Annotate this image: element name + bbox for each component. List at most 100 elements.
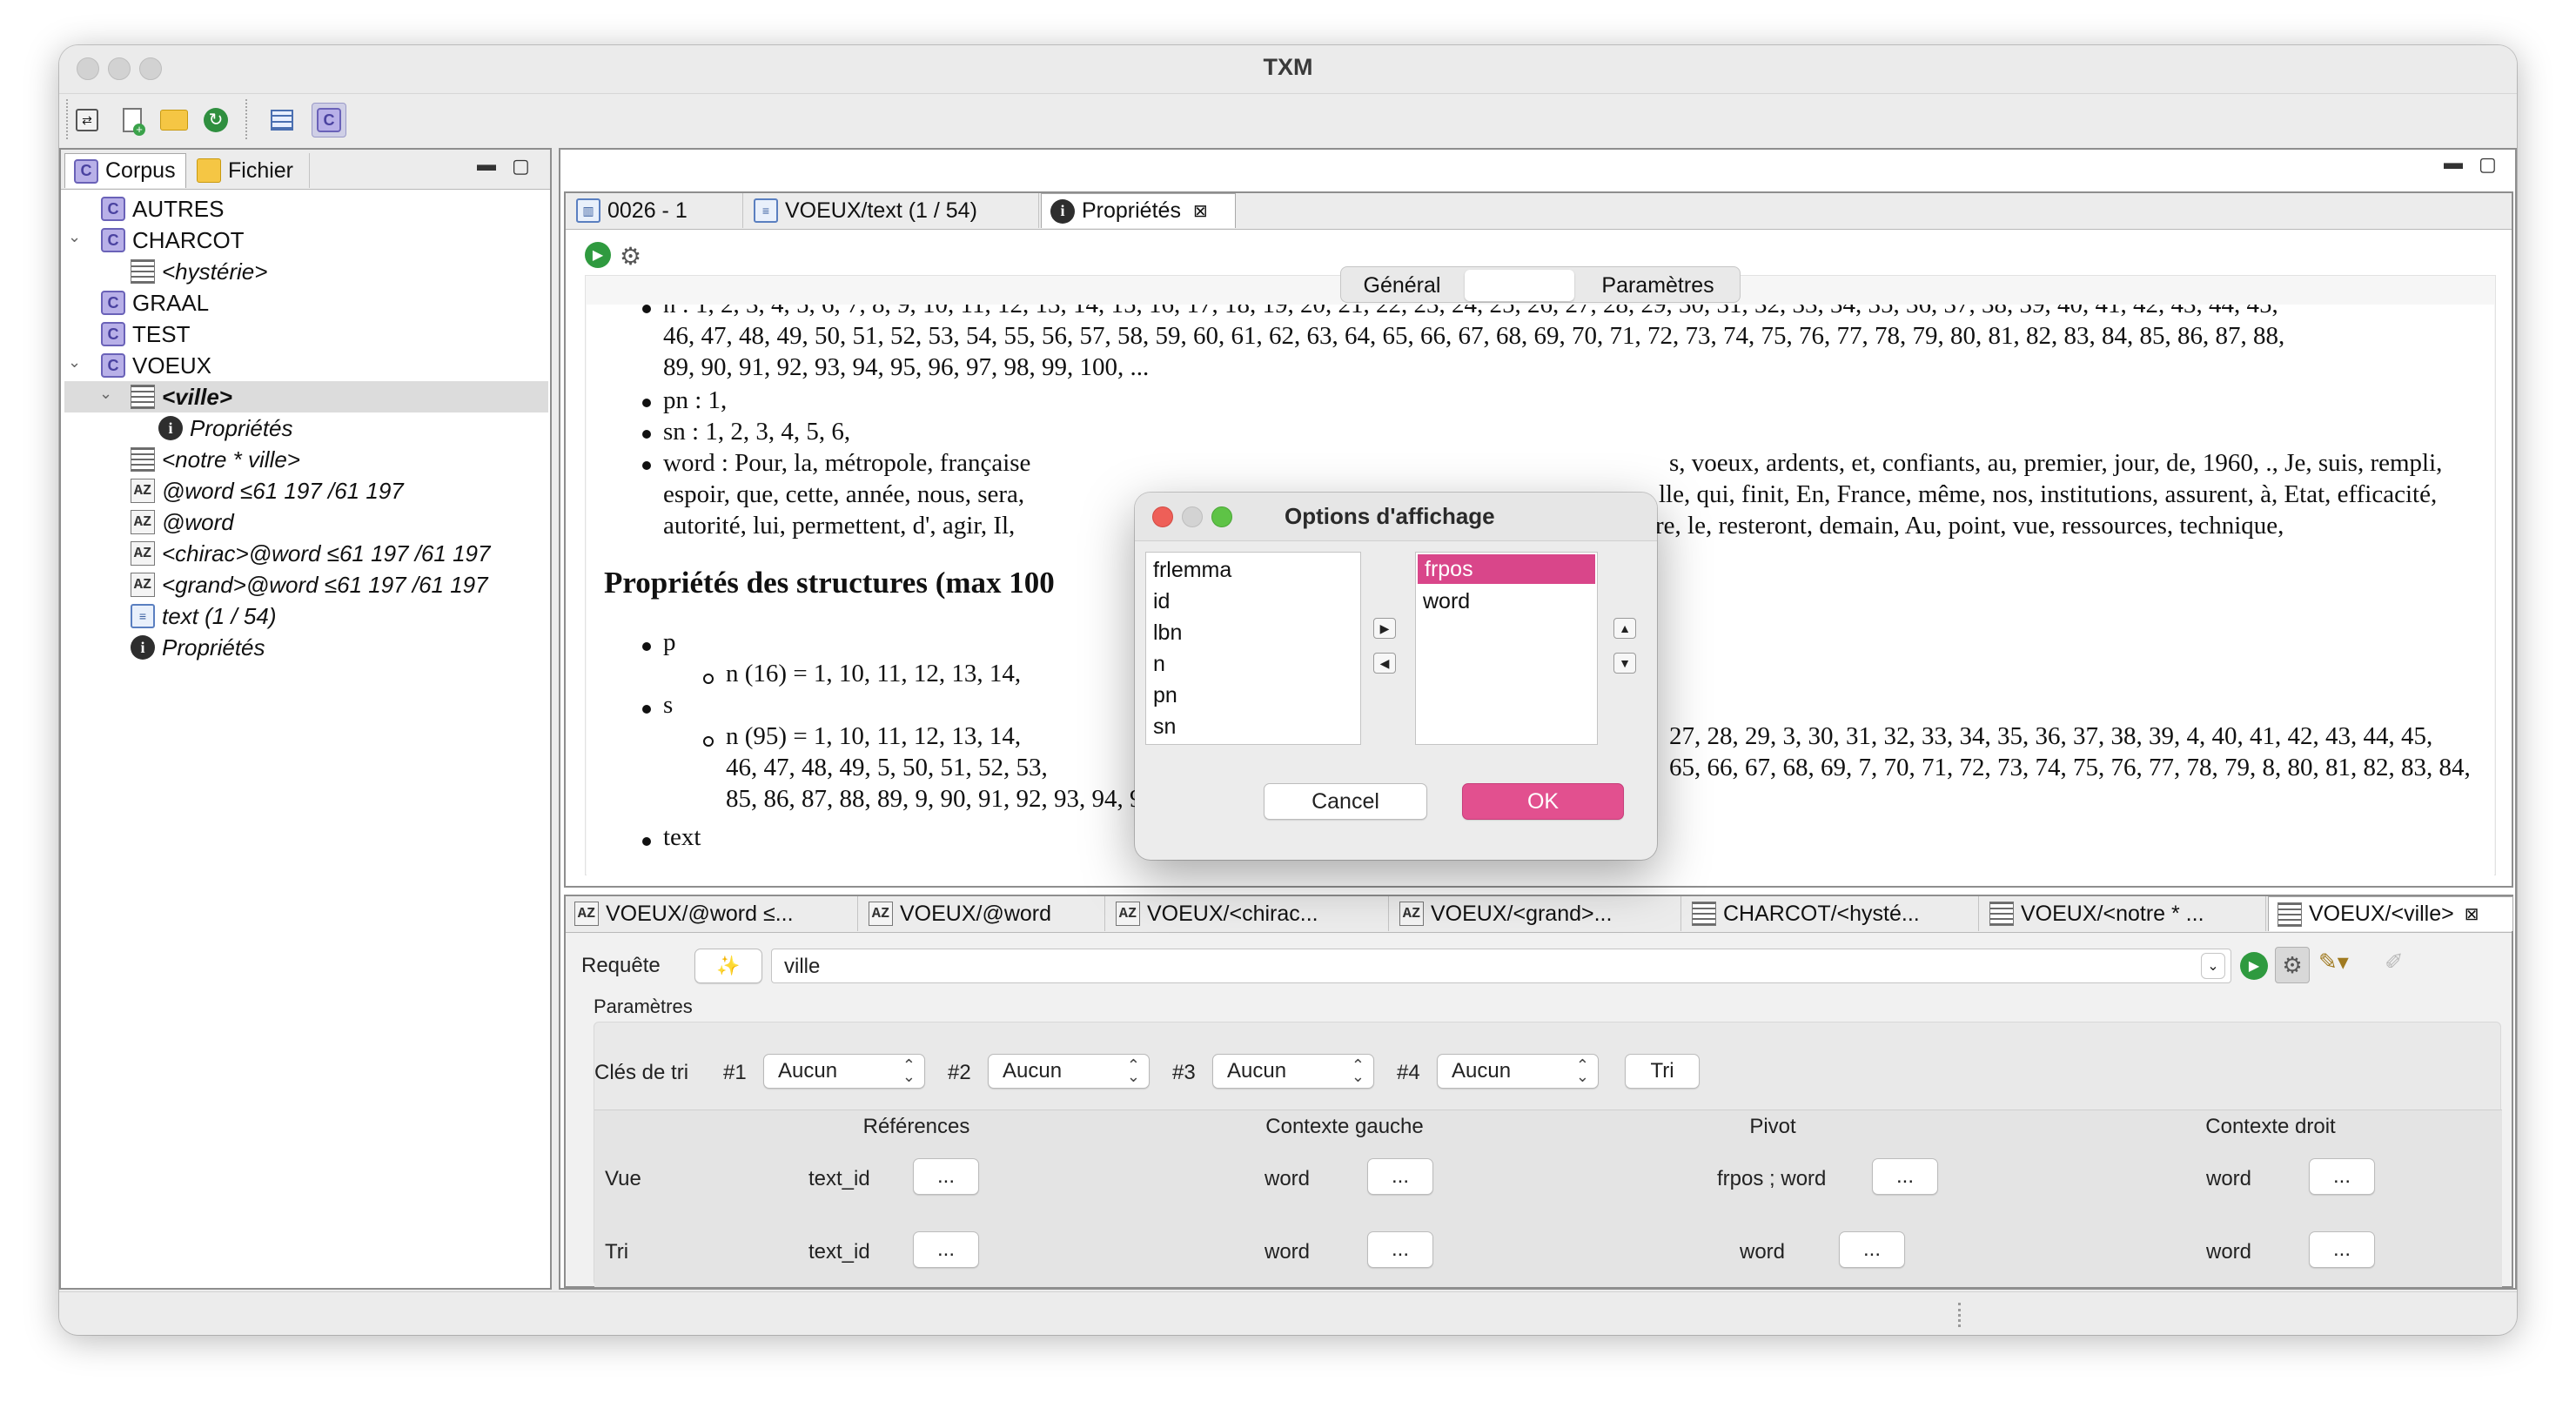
tab-corpus[interactable]: C Corpus: [64, 153, 186, 188]
lexicon-icon: AZ: [131, 573, 155, 597]
move-right-arrow-icon[interactable]: ▶: [1373, 618, 1396, 639]
table-icon[interactable]: [265, 103, 299, 137]
tab-voeux-chirac[interactable]: AZ VOEUX/<chirac...: [1107, 896, 1389, 931]
tree-item-lexicon-1[interactable]: AZ @word ≤61 197 /61 197: [131, 475, 404, 506]
tab-charcot-hysterie[interactable]: CHARCOT/<hysté...: [1683, 896, 1979, 931]
available-item[interactable]: lbn: [1146, 617, 1360, 648]
window-title: TXM: [1263, 54, 1313, 80]
parameters-gear-icon[interactable]: ⚙: [2275, 947, 2310, 983]
tree-item-autres[interactable]: C AUTRES: [101, 193, 224, 225]
vue-pivot-button[interactable]: ...: [1872, 1158, 1938, 1195]
tab-voeux-grand[interactable]: AZ VOEUX/<grand>...: [1391, 896, 1681, 931]
sort-key-1-select[interactable]: Aucun ⌃ ⌄: [763, 1054, 925, 1089]
available-item[interactable]: id: [1146, 586, 1360, 617]
tri-contexte-gauche-button[interactable]: ...: [1367, 1231, 1433, 1268]
lexicon-icon: AZ: [131, 541, 155, 566]
segment-general[interactable]: Général: [1341, 267, 1463, 304]
close-tab-icon[interactable]: ⊠: [1193, 200, 1208, 222]
ok-button[interactable]: OK: [1462, 783, 1624, 820]
selected-item[interactable]: frpos: [1418, 554, 1595, 584]
maximize-panel-icon[interactable]: ▢: [512, 155, 530, 178]
tab-voeux-text[interactable]: ≡ VOEUX/text (1 / 54): [745, 193, 1039, 228]
sort-button[interactable]: Tri: [1625, 1054, 1700, 1089]
property-n-line: n : 1, 2, 3, 4, 5, 6, 7, 8, 9, 10, 11, 1…: [663, 305, 2278, 318]
vue-references-button[interactable]: ...: [913, 1158, 979, 1195]
cancel-button[interactable]: Cancel: [1264, 783, 1427, 820]
open-folder-icon[interactable]: [157, 103, 191, 137]
tree-item-hysterie[interactable]: <hystérie>: [131, 256, 267, 287]
expand-chevron-icon[interactable]: ⌄: [99, 385, 112, 403]
expand-chevron-icon[interactable]: ⌄: [68, 353, 81, 372]
tree-item-text[interactable]: ≡ text (1 / 54): [131, 600, 277, 632]
maximize-editor-icon[interactable]: ▢: [2479, 153, 2497, 176]
segment-parametres[interactable]: Paramètres: [1576, 267, 1740, 304]
minimize-panel-icon[interactable]: ▬: [477, 153, 496, 176]
tree-item-ville[interactable]: <ville>: [131, 381, 232, 412]
move-down-arrow-icon[interactable]: ▼: [1613, 653, 1636, 674]
selected-properties-list[interactable]: frpos word: [1415, 552, 1598, 745]
tree-item-lexicon-2[interactable]: AZ @word: [131, 506, 234, 538]
tab-voeux-ville[interactable]: VOEUX/<ville> ⊠: [2268, 896, 2513, 931]
tab-voeux-word-lexicon[interactable]: AZ VOEUX/@word ≤...: [566, 896, 858, 931]
bullet: [642, 430, 651, 439]
segment-empty[interactable]: [1465, 270, 1574, 301]
run-icon[interactable]: ▶: [585, 242, 611, 268]
toolbar-separator: [245, 99, 247, 139]
tree-item-notre-ville[interactable]: <notre * ville>: [131, 444, 300, 475]
tab-fichier[interactable]: Fichier: [188, 153, 310, 188]
tree-item-lexicon-3[interactable]: AZ <chirac>@word ≤61 197 /61 197: [131, 538, 490, 569]
query-input[interactable]: ville ⌄: [771, 949, 2231, 983]
tree-item-proprietes[interactable]: i Propriétés: [158, 412, 293, 444]
structure-s-label: s: [663, 691, 674, 719]
sort-key-3-select[interactable]: Aucun ⌃ ⌄: [1212, 1054, 1374, 1089]
query-history-chevron-icon[interactable]: ⌄: [2201, 953, 2225, 979]
move-up-arrow-icon[interactable]: ▲: [1613, 618, 1636, 639]
tab-proprietes[interactable]: i Propriétés ⊠: [1041, 193, 1236, 228]
corpus-icon[interactable]: C: [312, 103, 346, 137]
refresh-icon[interactable]: ↻: [198, 103, 233, 137]
tri-references-button[interactable]: ...: [913, 1231, 979, 1268]
tree-item-graal[interactable]: C GRAAL: [101, 287, 209, 318]
move-left-arrow-icon[interactable]: ◀: [1373, 653, 1396, 674]
bullet: [642, 837, 651, 846]
tab-voeux-notre[interactable]: VOEUX/<notre * ...: [1981, 896, 2266, 931]
dialog-minimize-button[interactable]: [1182, 506, 1203, 527]
available-properties-list[interactable]: frlemma id lbn n pn sn: [1145, 552, 1361, 745]
tab-voeux-word[interactable]: AZ VOEUX/@word: [860, 896, 1105, 931]
run-query-icon[interactable]: ▶: [2240, 952, 2268, 980]
available-item[interactable]: pn: [1146, 680, 1360, 711]
tri-contexte-droit-button[interactable]: ...: [2309, 1231, 2375, 1268]
corpus-switch-icon[interactable]: ⇄: [70, 103, 104, 137]
vue-contexte-gauche-button[interactable]: ...: [1367, 1158, 1433, 1195]
tree-item-charcot[interactable]: C CHARCOT: [101, 225, 245, 256]
highlight-pen-icon[interactable]: ✎▾: [2318, 949, 2349, 976]
minimize-editor-icon[interactable]: ▬: [2444, 151, 2463, 174]
concordance-panel: Requête ✨ ville ⌄ ▶ ⚙ ✎▾ ✐ Paramètres Cl…: [566, 933, 2512, 1287]
selected-item[interactable]: word: [1416, 586, 1597, 617]
close-tab-icon[interactable]: ⊠: [2465, 903, 2479, 925]
left-panel-tabs: C Corpus Fichier ▬ ▢: [61, 150, 550, 190]
available-item[interactable]: sn: [1146, 711, 1360, 742]
tree-item-lexicon-4[interactable]: AZ <grand>@word ≤61 197 /61 197: [131, 569, 488, 600]
settings-gear-icon[interactable]: ⚙: [620, 242, 641, 271]
tri-contexte-droit-value: word: [2206, 1240, 2252, 1264]
tree-item-voeux[interactable]: C VOEUX: [101, 350, 211, 381]
query-assistant-wand-icon[interactable]: ✨: [694, 949, 762, 983]
tree-label: @word ≤61 197 /61 197: [162, 477, 404, 504]
tab-0026[interactable]: ▥ 0026 - 1: [567, 193, 743, 228]
expand-chevron-icon[interactable]: ⌄: [68, 228, 81, 246]
sort-key-4-select[interactable]: Aucun ⌃ ⌄: [1437, 1054, 1599, 1089]
tri-pivot-button[interactable]: ...: [1839, 1231, 1905, 1268]
clear-icon[interactable]: ✐: [2385, 949, 2404, 976]
vue-contexte-droit-button[interactable]: ...: [2309, 1158, 2375, 1195]
status-grip[interactable]: [1958, 1303, 1962, 1327]
dialog-close-button[interactable]: [1152, 506, 1173, 527]
tree-label: TEST: [132, 320, 191, 347]
new-icon[interactable]: +: [115, 103, 150, 137]
tree-item-test[interactable]: C TEST: [101, 318, 190, 350]
dialog-zoom-button[interactable]: [1211, 506, 1232, 527]
tree-item-proprietes-2[interactable]: i Propriétés: [131, 632, 265, 663]
available-item[interactable]: n: [1146, 648, 1360, 680]
available-item[interactable]: frlemma: [1146, 554, 1360, 586]
sort-key-2-select[interactable]: Aucun ⌃ ⌄: [988, 1054, 1150, 1089]
